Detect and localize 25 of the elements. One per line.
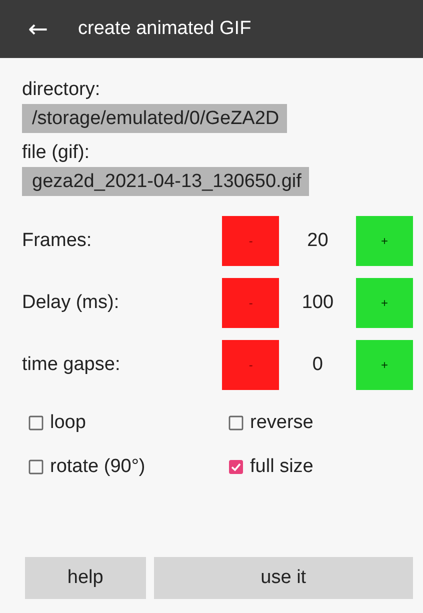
option-label: loop <box>50 412 86 434</box>
setting-label: time gapse: <box>22 354 122 376</box>
setting-label: Frames: <box>22 230 93 252</box>
checkbox[interactable] <box>228 415 244 431</box>
screen-title: create animated GIF <box>78 18 252 40</box>
setting-value: 100 <box>300 292 335 314</box>
field-label: file (gif): <box>22 141 90 165</box>
back-button[interactable]: ← <box>22 15 54 43</box>
option-label: rotate (90°) <box>50 456 146 478</box>
setting-label: Delay (ms): <box>22 292 120 314</box>
checkbox[interactable] <box>228 459 244 475</box>
path-field[interactable]: /storage/emulated/0/GeZA2D <box>22 104 288 133</box>
option-label: full size <box>250 456 314 478</box>
increment-button[interactable]: + <box>356 278 413 328</box>
field-label: directory: <box>22 78 100 102</box>
setting-value: 20 <box>306 230 330 252</box>
increment-button[interactable]: + <box>356 340 413 390</box>
option-label: reverse <box>250 412 314 434</box>
setting-value: 0 <box>311 354 324 376</box>
action-button[interactable]: help <box>25 557 146 599</box>
checkbox[interactable] <box>28 415 44 431</box>
action-button[interactable]: use it <box>154 557 413 599</box>
path-field[interactable]: geza2d_2021-04-13_130650.gif <box>22 167 310 196</box>
checkbox[interactable] <box>28 459 44 475</box>
increment-button[interactable]: + <box>356 216 413 266</box>
